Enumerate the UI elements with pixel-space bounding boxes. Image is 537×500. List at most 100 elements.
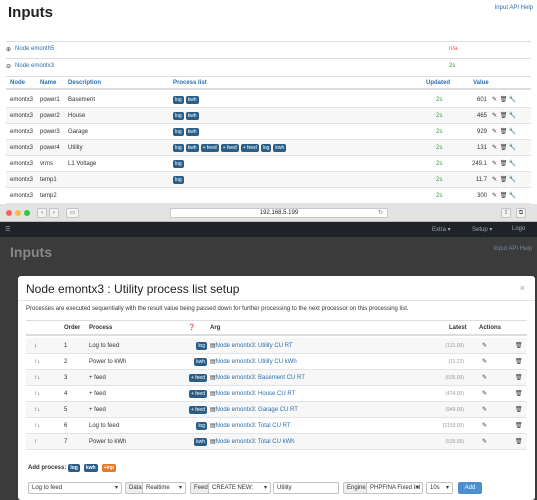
process-arg[interactable]: ▤ Node emontx3: Total CU kWh [210,434,295,449]
process-arg[interactable]: ▤ Node emontx3: Basement CU RT [210,370,305,385]
edit-icon[interactable]: ✎ [482,354,487,369]
tag-log: log [68,464,80,472]
move-arrows-icon[interactable]: ↑↓ [34,354,40,369]
trash-icon[interactable]: 🗑 [515,434,523,449]
trash-icon[interactable]: 🗑 [515,338,523,353]
move-arrows-icon[interactable]: ↑↓ [34,418,40,433]
api-help-link[interactable]: Input API Help [495,5,533,11]
edit-icon[interactable]: ✎ [482,418,487,433]
plus-circle-icon[interactable]: ⊕ [6,46,11,53]
wrench-icon[interactable]: 🔧 [508,96,517,103]
forward-button[interactable]: › [49,208,59,218]
node-header-emonth5[interactable]: ⊕ Node emonth5 n/a [6,41,531,56]
process-select[interactable]: Log to feed ▾ [28,482,122,494]
help-icon[interactable]: ❓ [188,321,195,334]
row-value: 601 [476,96,487,103]
move-arrows-icon[interactable]: ↑↓ [34,386,40,401]
process-tag-cell: log [196,338,209,353]
edit-icon[interactable]: ✎ [482,370,487,385]
process-tag-cell: kwh [194,354,209,369]
row-actions: ✎ 🗑 🔧 [490,140,517,155]
node-label[interactable]: Node emonth5 [15,46,54,52]
feed-name-input[interactable]: Utility [273,482,339,494]
node-status: 2s [449,63,456,69]
move-arrows-icon[interactable]: ↑↓ [34,370,40,385]
edit-icon[interactable]: ✎ [482,402,487,417]
arg-link[interactable]: Node emontx3: Total CU RT [216,423,291,429]
arg-link[interactable]: Node emontx3: Total CU kWh [216,439,295,445]
process-arg[interactable]: ▤ Node emontx3: Garage CU RT [210,402,298,417]
process-arg[interactable]: ▤ Node emontx3: Total CU RT [210,418,290,433]
arg-link[interactable]: Node emontx3: Basement CU RT [216,375,305,381]
wrench-icon[interactable]: 🔧 [508,192,517,199]
tabs-icon[interactable]: ⧉ [516,208,526,218]
pencil-icon[interactable]: ✎ [490,192,499,199]
reload-icon[interactable]: ↻ [378,209,383,218]
minus-circle-icon[interactable]: ⊖ [6,63,11,70]
inputs-page: Inputs Input API Help ⊕ Node emonth5 n/a… [0,0,537,204]
arg-link[interactable]: Node emontx3: Utility CU kWh [216,359,297,365]
process-order: 7 [64,438,68,445]
feed-select[interactable]: CREATE NEW: ▾ [208,482,271,494]
pencil-icon[interactable]: ✎ [490,112,499,119]
process-arg[interactable]: ▤ Node emontx3: House CU RT [210,386,295,401]
close-icon[interactable]: × [520,283,525,293]
pencil-icon[interactable]: ✎ [490,160,499,167]
process-tag: + feed [188,405,207,414]
move-arrows-icon[interactable]: ↓ [34,338,37,353]
wrench-icon[interactable]: 🔧 [508,160,517,167]
pencil-icon[interactable]: ✎ [490,144,499,151]
row-name: power3 [40,128,60,135]
trash-icon[interactable]: 🗑 [499,144,508,151]
nav-logo: Logo [512,226,526,232]
add-button[interactable]: Add [458,482,482,494]
node-header-emontx3[interactable]: ⊖ Node emontx3 2s [6,58,531,73]
trash-icon[interactable]: 🗑 [515,386,523,401]
interval-select[interactable]: 10s ▾ [426,482,453,494]
data-select[interactable]: Realtime ▾ [142,482,186,494]
pencil-icon[interactable]: ✎ [490,128,499,135]
trash-icon[interactable]: 🗑 [499,112,508,119]
trash-icon[interactable]: 🗑 [499,192,508,199]
trash-icon[interactable]: 🗑 [515,418,523,433]
share-icon[interactable]: ⇪ [501,208,511,218]
edit-icon[interactable]: ✎ [482,386,487,401]
wrench-icon[interactable]: 🔧 [508,176,517,183]
pencil-icon[interactable]: ✎ [490,176,499,183]
window-maximize-button[interactable] [24,210,30,216]
address-bar[interactable]: 192.168.5.199 ↻ [170,208,388,218]
arg-link[interactable]: Node emontx3: House CU RT [216,391,296,397]
edit-icon[interactable]: ✎ [482,338,487,353]
edit-icon[interactable]: ✎ [482,434,487,449]
wrench-icon[interactable]: 🔧 [508,144,517,151]
process-tag: log [260,143,272,152]
sidebar-icon[interactable]: ▭ [66,208,79,218]
wrench-icon[interactable]: 🔧 [508,128,517,135]
trash-icon[interactable]: 🗑 [515,370,523,385]
window-minimize-button[interactable] [15,210,21,216]
process-tag: kwh [194,437,207,446]
trash-icon[interactable]: 🗑 [515,354,523,369]
arg-link[interactable]: Node emontx3: Utility CU RT [216,343,293,349]
row-updated: 2s [436,192,443,199]
pencil-icon[interactable]: ✎ [490,96,499,103]
back-button[interactable]: ‹ [37,208,47,218]
process-tag: kwh [185,111,199,120]
trash-icon[interactable]: 🗑 [515,402,523,417]
process-tag: kwh [185,143,199,152]
trash-icon[interactable]: 🗑 [499,176,508,183]
engine-select[interactable]: PHPFINA Fixed Int ▾ [366,482,423,494]
wrench-icon[interactable]: 🔧 [508,112,517,119]
bg-page-title: Inputs [10,244,52,260]
trash-icon[interactable]: 🗑 [499,160,508,167]
trash-icon[interactable]: 🗑 [499,128,508,135]
process-arg[interactable]: ▤ Node emontx3: Utility CU kWh [210,354,297,369]
move-arrows-icon[interactable]: ↑↓ [34,402,40,417]
arg-link[interactable]: Node emontx3: Garage CU RT [216,407,298,413]
trash-icon[interactable]: 🗑 [499,96,508,103]
node-label[interactable]: Node emontx3 [15,63,54,69]
process-arg[interactable]: ▤ Node emontx3: Utility CU RT [210,338,293,353]
window-close-button[interactable] [6,210,12,216]
move-arrows-icon[interactable]: ↑ [34,434,37,449]
row-name: temp1 [40,176,57,183]
